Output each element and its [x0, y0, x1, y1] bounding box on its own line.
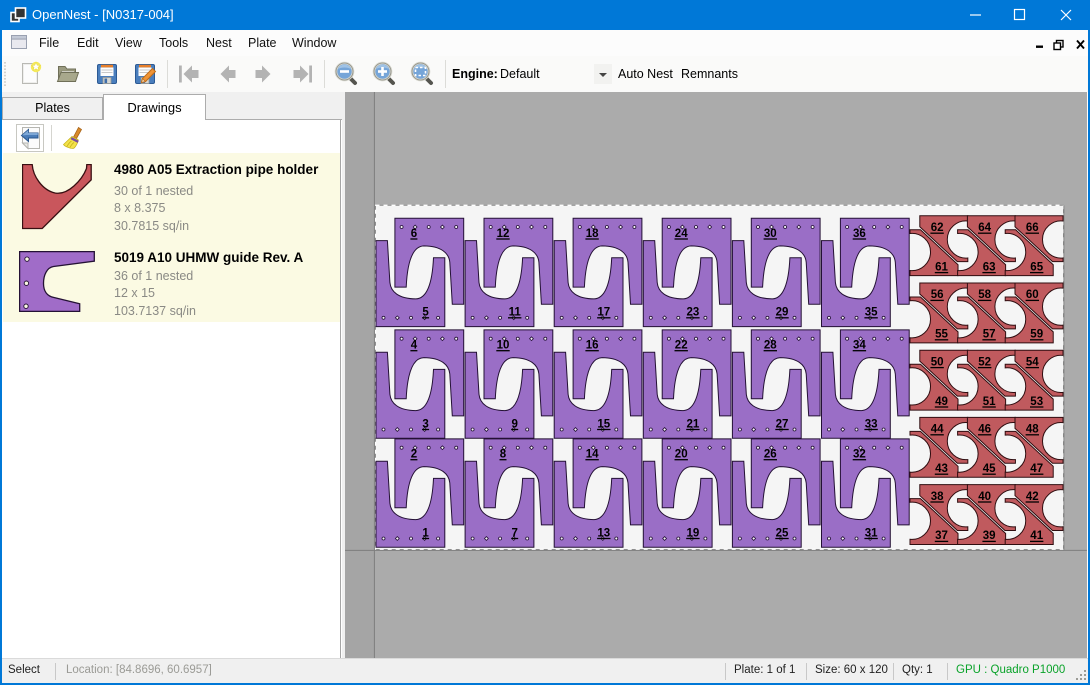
svg-text:57: 57 — [983, 329, 996, 341]
svg-text:8: 8 — [500, 449, 507, 461]
svg-text:20: 20 — [675, 449, 688, 461]
svg-text:33: 33 — [865, 418, 878, 430]
svg-text:56: 56 — [931, 289, 944, 301]
svg-text:28: 28 — [764, 340, 777, 352]
svg-text:32: 32 — [853, 449, 866, 461]
svg-text:58: 58 — [978, 289, 991, 301]
svg-text:1: 1 — [422, 527, 429, 539]
svg-text:24: 24 — [675, 228, 688, 240]
svg-text:35: 35 — [865, 307, 878, 319]
svg-text:64: 64 — [978, 222, 991, 234]
svg-text:21: 21 — [687, 418, 700, 430]
svg-text:14: 14 — [586, 449, 599, 461]
svg-text:12: 12 — [497, 228, 510, 240]
svg-text:4: 4 — [411, 340, 418, 352]
svg-text:36: 36 — [853, 228, 866, 240]
svg-text:5: 5 — [422, 307, 429, 319]
svg-text:26: 26 — [764, 449, 777, 461]
svg-text:40: 40 — [978, 491, 991, 503]
svg-text:53: 53 — [1030, 396, 1043, 408]
svg-text:63: 63 — [983, 261, 996, 273]
svg-text:43: 43 — [935, 463, 948, 475]
svg-text:31: 31 — [865, 527, 878, 539]
svg-text:51: 51 — [983, 396, 996, 408]
svg-text:62: 62 — [931, 222, 944, 234]
svg-text:39: 39 — [983, 530, 996, 542]
svg-text:46: 46 — [978, 424, 991, 436]
svg-text:2: 2 — [411, 449, 417, 461]
svg-text:16: 16 — [586, 340, 599, 352]
svg-text:23: 23 — [687, 307, 700, 319]
svg-text:29: 29 — [776, 307, 789, 319]
svg-text:15: 15 — [597, 418, 610, 430]
svg-text:45: 45 — [983, 463, 996, 475]
svg-text:30: 30 — [764, 228, 777, 240]
svg-text:10: 10 — [497, 340, 510, 352]
svg-text:48: 48 — [1026, 424, 1039, 436]
svg-text:54: 54 — [1026, 356, 1039, 368]
svg-text:27: 27 — [776, 418, 789, 430]
svg-text:22: 22 — [675, 340, 688, 352]
svg-text:50: 50 — [931, 356, 944, 368]
svg-text:47: 47 — [1030, 463, 1043, 475]
svg-text:38: 38 — [931, 491, 944, 503]
svg-text:65: 65 — [1030, 261, 1043, 273]
svg-text:11: 11 — [509, 307, 522, 319]
svg-text:34: 34 — [853, 340, 866, 352]
svg-text:13: 13 — [597, 527, 610, 539]
svg-text:49: 49 — [935, 396, 948, 408]
svg-text:66: 66 — [1026, 222, 1039, 234]
svg-text:19: 19 — [687, 527, 700, 539]
svg-text:59: 59 — [1030, 329, 1043, 341]
svg-text:6: 6 — [411, 228, 417, 240]
svg-text:41: 41 — [1030, 530, 1043, 542]
svg-text:18: 18 — [586, 228, 599, 240]
svg-text:3: 3 — [422, 418, 428, 430]
svg-text:52: 52 — [978, 356, 991, 368]
svg-text:61: 61 — [935, 261, 948, 273]
svg-text:25: 25 — [776, 527, 789, 539]
svg-text:17: 17 — [597, 307, 610, 319]
svg-text:7: 7 — [511, 527, 517, 539]
svg-text:60: 60 — [1026, 289, 1039, 301]
svg-text:42: 42 — [1026, 491, 1039, 503]
svg-text:37: 37 — [935, 530, 948, 542]
svg-text:9: 9 — [511, 418, 517, 430]
svg-text:55: 55 — [935, 329, 948, 341]
svg-text:44: 44 — [931, 424, 944, 436]
